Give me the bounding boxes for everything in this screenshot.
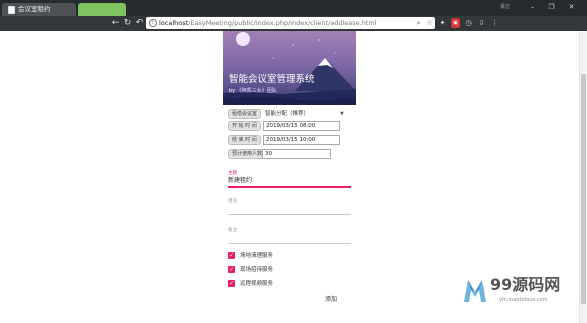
app-title: 智能会议室管理系统 bbox=[229, 74, 315, 85]
browser-toolbar: ← ↻ ↶ i localhost/EasyMeeting/public/ind… bbox=[0, 16, 587, 31]
extension-clock-icon[interactable]: ◷ bbox=[464, 18, 473, 28]
chevron-down-icon[interactable]: ▼ bbox=[340, 109, 344, 119]
remark-label: 备注 bbox=[228, 228, 237, 233]
new-tab-area[interactable] bbox=[78, 3, 126, 16]
browser-tab[interactable]: 会议室租约 bbox=[2, 3, 76, 16]
end-time-row: 结 束 时 间 2019/03/15 10:00 bbox=[228, 135, 351, 145]
checkbox-checked-icon[interactable]: ✓ bbox=[228, 266, 235, 273]
download-icon[interactable]: ⇩ bbox=[477, 18, 486, 28]
close-icon[interactable]: ✕ bbox=[565, 2, 578, 13]
subject-field[interactable]: 主题 新建租约 bbox=[228, 171, 351, 188]
minimize-icon[interactable]: – bbox=[526, 2, 539, 13]
start-time-row: 开 始 时 间 2019/03/15 08:00 bbox=[228, 121, 351, 131]
extension-red-icon[interactable]: ▣ bbox=[451, 18, 460, 28]
service-cleaning-row[interactable]: ✓ 场地清理服务 bbox=[228, 252, 328, 260]
start-time-label: 开 始 时 间 bbox=[228, 121, 261, 131]
address-bar[interactable]: i localhost/EasyMeeting/public/index.php… bbox=[146, 17, 435, 29]
remark-underline bbox=[228, 243, 351, 244]
room-row: 租借会议室 智能分配（推荐） ▼ bbox=[228, 109, 351, 119]
room-select[interactable]: 智能分配（推荐） bbox=[265, 109, 309, 119]
watermark-logo-icon bbox=[464, 280, 486, 302]
subject-input[interactable]: 新建租约 bbox=[228, 177, 252, 185]
checkbox-checked-icon[interactable]: ✓ bbox=[228, 280, 235, 287]
people-label: 预计使用人数 bbox=[228, 149, 267, 159]
people-row: 预计使用人数 30 bbox=[228, 149, 351, 159]
service-reception-row[interactable]: ✓ 现场招待服务 bbox=[228, 266, 328, 274]
tab-strip: 会议室租约 董志 – ❐ ✕ bbox=[0, 0, 587, 16]
purpose-field[interactable]: 用途 bbox=[228, 199, 351, 216]
end-time-label: 结 束 时 间 bbox=[228, 135, 261, 145]
service-cleaning-label: 场地清理服务 bbox=[240, 253, 274, 259]
end-time-input[interactable]: 2019/03/15 10:00 bbox=[263, 135, 340, 145]
tab-title: 会议室租约 bbox=[18, 5, 51, 13]
people-input[interactable]: 30 bbox=[262, 149, 331, 159]
url-host: localhost bbox=[159, 19, 189, 27]
app-subtitle: by 《阿凯三女》团队 bbox=[229, 88, 277, 95]
subject-underline bbox=[228, 186, 351, 188]
remark-field[interactable]: 备注 bbox=[228, 228, 351, 245]
browser-window: 会议室租约 董志 – ❐ ✕ ← ↻ ↶ i localhost/EasyMee… bbox=[0, 0, 587, 323]
window-user-label: 董志 bbox=[500, 4, 511, 10]
team-link[interactable]: 《阿凯三女》团队 bbox=[237, 88, 277, 94]
scrollbar-thumb[interactable] bbox=[581, 74, 586, 304]
lease-form-card: 智能会议室管理系统 by 《阿凯三女》团队 租借会议室 智能分配（推荐） ▼ 开… bbox=[223, 31, 356, 323]
reload-icon[interactable]: ↻ bbox=[122, 17, 133, 30]
search-icon[interactable]: ⌕ bbox=[414, 17, 423, 29]
add-button[interactable]: 添加 bbox=[316, 294, 346, 306]
purpose-label: 用途 bbox=[228, 199, 237, 204]
url-text: localhost/EasyMeeting/public/index.php/i… bbox=[159, 17, 377, 29]
checkbox-checked-icon[interactable]: ✓ bbox=[228, 252, 235, 259]
menu-icon[interactable]: ⋮ bbox=[490, 18, 499, 28]
back-icon[interactable]: ← bbox=[110, 17, 121, 30]
watermark-name: 99源码网 bbox=[490, 275, 561, 294]
service-video-row[interactable]: ✓ 远程视频服务 bbox=[228, 280, 328, 288]
purpose-underline bbox=[228, 214, 351, 215]
service-reception-label: 现场招待服务 bbox=[240, 267, 274, 273]
watermark-url: ym.maptoface.com bbox=[499, 297, 548, 303]
maximize-icon[interactable]: ❐ bbox=[545, 2, 558, 13]
bookmark-star-icon[interactable]: ☆ bbox=[425, 17, 434, 29]
service-video-label: 远程视频服务 bbox=[240, 281, 274, 287]
url-path: /EasyMeeting/public/index.php/index/clie… bbox=[188, 19, 377, 27]
info-icon[interactable]: i bbox=[149, 19, 157, 27]
extension-puzzle-icon[interactable]: ✦ bbox=[438, 18, 447, 28]
room-label: 租借会议室 bbox=[228, 109, 262, 119]
start-time-input[interactable]: 2019/03/15 08:00 bbox=[263, 121, 340, 131]
page-favicon-icon bbox=[8, 6, 15, 14]
watermark: 99源码网 ym.maptoface.com bbox=[463, 274, 581, 314]
forward-icon[interactable]: ↶ bbox=[134, 17, 145, 30]
hero-banner: 智能会议室管理系统 by 《阿凯三女》团队 bbox=[223, 31, 356, 105]
subtitle-prefix: by bbox=[229, 88, 236, 94]
